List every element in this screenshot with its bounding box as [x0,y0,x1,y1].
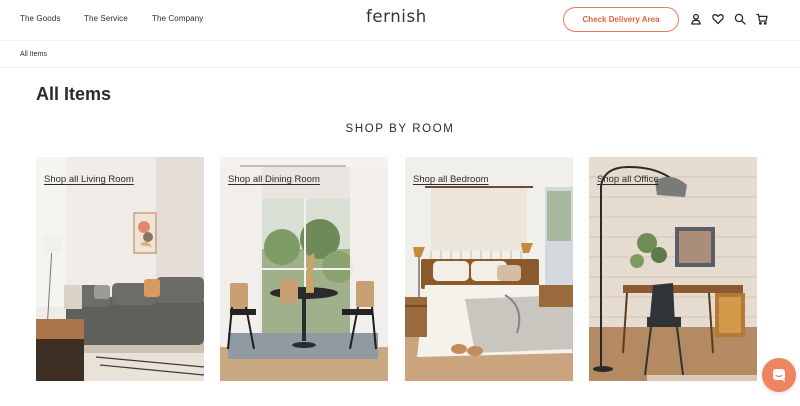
nav-the-goods[interactable]: The Goods [20,14,60,23]
cart-icon[interactable] [755,12,769,26]
room-card-dining-room[interactable]: Shop all Dining Room [220,157,388,381]
top-navigation-bar: The Goods The Service The Company fernis… [0,0,800,40]
office-photo [589,157,757,381]
check-delivery-area-button[interactable]: Check Delivery Area [563,7,679,32]
account-icon[interactable] [689,12,703,26]
chat-launcher-button[interactable] [762,358,796,392]
page-title: All Items [36,84,112,104]
room-card-bedroom[interactable]: Shop all Bedroom [405,157,573,381]
breadcrumb-all-items[interactable]: All Items [20,51,47,58]
room-label-living-room[interactable]: Shop all Living Room [44,174,134,185]
bedroom-photo [405,157,573,381]
shop-by-room-heading: SHOP BY ROOM [345,123,455,135]
room-label-office[interactable]: Shop all Office [597,174,659,185]
breadcrumb-bar: All Items [0,40,800,68]
living-room-photo [36,157,204,381]
room-card-office[interactable]: Shop all Office [589,157,757,381]
fernish-logo[interactable]: fernish [366,7,427,26]
room-label-bedroom[interactable]: Shop all Bedroom [413,174,489,185]
dining-room-photo [220,157,388,381]
search-icon[interactable] [733,12,747,26]
room-label-dining-room[interactable]: Shop all Dining Room [228,174,320,185]
nav-the-service[interactable]: The Service [84,14,128,23]
heart-icon[interactable] [711,12,725,26]
room-card-living-room[interactable]: Shop all Living Room [36,157,204,381]
chat-icon [773,369,785,382]
nav-the-company[interactable]: The Company [152,14,203,23]
